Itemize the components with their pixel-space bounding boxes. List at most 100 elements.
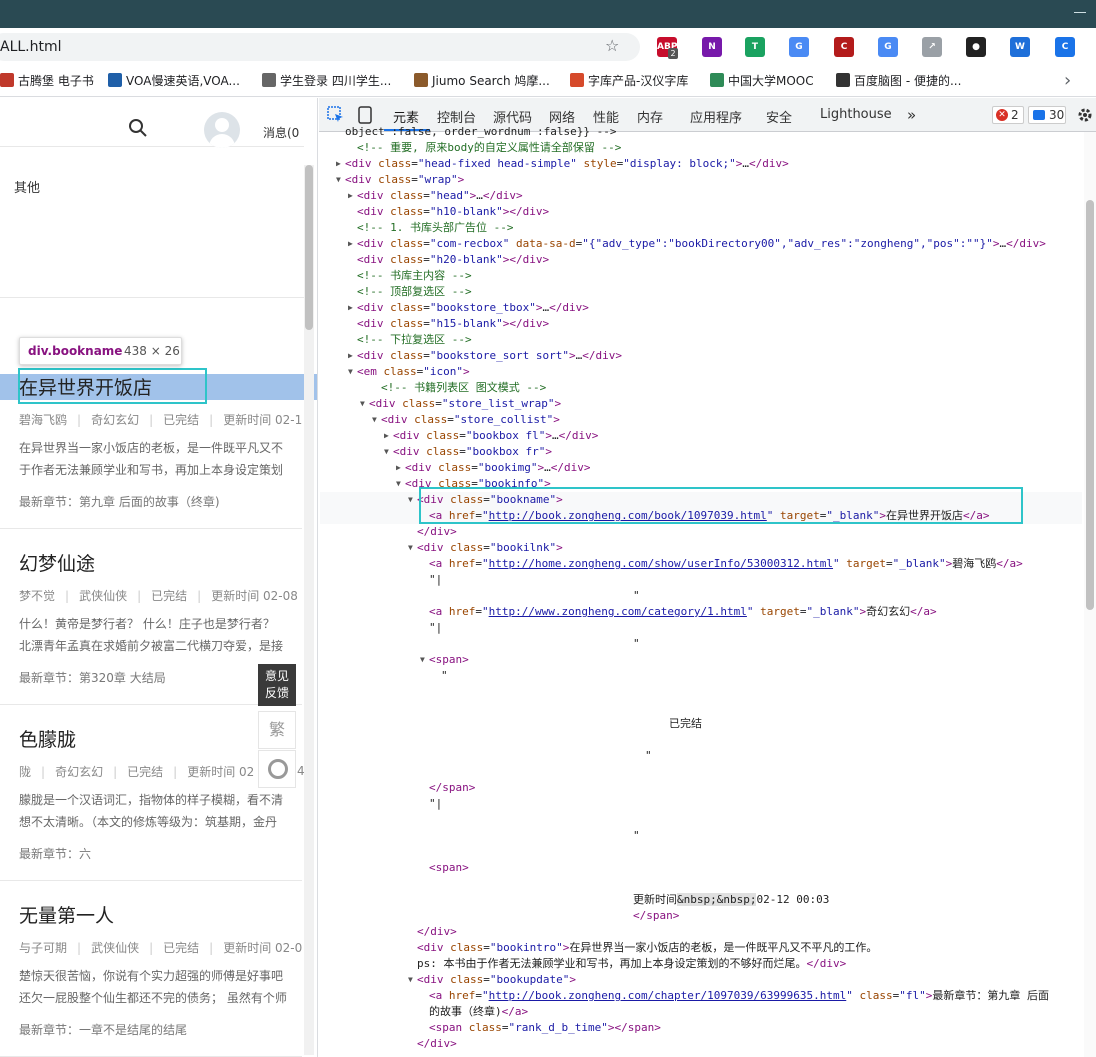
dom-node-line[interactable]: 已完结: [669, 716, 702, 732]
shield-icon[interactable]: T: [745, 37, 765, 57]
c-icon[interactable]: C: [1055, 37, 1075, 57]
dom-node-line[interactable]: <!-- 下拉复选区 -->: [357, 332, 472, 348]
collapse-triangle-icon[interactable]: ▼: [408, 972, 413, 988]
dom-node-line[interactable]: </div>: [417, 1036, 457, 1052]
expand-triangle-icon[interactable]: ▶: [396, 460, 401, 476]
dom-node-line[interactable]: 更新时间&nbsp;&nbsp;02-12 00:03: [633, 892, 829, 908]
dom-node-line[interactable]: ": [633, 828, 640, 844]
collapse-triangle-icon[interactable]: ▼: [408, 492, 413, 508]
dom-node-line[interactable]: <div class="bookstore_tbox">…</div>: [357, 300, 589, 316]
book-latest-chapter[interactable]: 最新章节：第九章 后面的故事（终章): [19, 493, 220, 510]
bookmark-star-icon[interactable]: ☆: [605, 36, 619, 55]
w-icon[interactable]: W: [1010, 37, 1030, 57]
dom-node-line[interactable]: "|: [429, 796, 442, 812]
dom-node-line[interactable]: <div class="h15-blank"></div>: [357, 316, 549, 332]
dom-node-line[interactable]: <!-- 1. 书库头部广告位 -->: [357, 220, 513, 236]
url-text[interactable]: ALL.html: [0, 39, 62, 55]
dom-node-line[interactable]: ": [441, 668, 448, 684]
category-other[interactable]: 其他: [14, 177, 40, 196]
devtools-tab[interactable]: Lighthouse: [820, 107, 892, 122]
collapse-triangle-icon[interactable]: ▼: [408, 540, 413, 556]
dom-node-line[interactable]: <div class="store_list_wrap">: [369, 396, 561, 412]
dom-node-line[interactable]: <!-- 书籍列表区 图文模式 -->: [381, 380, 546, 396]
book-latest-chapter[interactable]: 最新章节：一章不是结尾的结尾: [19, 1021, 187, 1038]
dom-node-line[interactable]: <span class="rank_d_b_time"></span>: [429, 1020, 661, 1036]
bookmark-item[interactable]: 百度脑图 - 便捷的...: [836, 72, 961, 88]
page-scrollbar-thumb[interactable]: [305, 165, 313, 330]
book-author[interactable]: 与子可期: [19, 941, 67, 955]
book-author[interactable]: 梦不觉: [19, 589, 55, 603]
dom-node-line[interactable]: <span>: [429, 652, 469, 668]
expand-triangle-icon[interactable]: ▶: [384, 428, 389, 444]
dom-node-line[interactable]: <div class="bookupdate">: [417, 972, 576, 988]
expand-triangle-icon[interactable]: ▶: [348, 348, 353, 364]
expand-triangle-icon[interactable]: ▶: [348, 188, 353, 204]
dom-node-line[interactable]: <div class="bookbox fl">…</div>: [393, 428, 598, 444]
dom-tree-scrollbar[interactable]: [1084, 132, 1096, 1057]
cnki-icon[interactable]: C: [834, 37, 854, 57]
bookmark-item[interactable]: 中国大学MOOC: [710, 72, 814, 88]
page-scrollbar[interactable]: [304, 165, 314, 1055]
dom-node-line[interactable]: <div class="bookstore_sort sort">…</div>: [357, 348, 622, 364]
dom-node-line[interactable]: <a href="http://www.zongheng.com/categor…: [429, 604, 937, 620]
dom-node-line[interactable]: <a href="http://home.zongheng.com/show/u…: [429, 556, 1023, 572]
devtools-tab[interactable]: 内存: [637, 107, 663, 126]
dom-node-line[interactable]: <!-- 书库主内容 -->: [357, 268, 472, 284]
address-bar[interactable]: ALL.html ☆: [0, 33, 640, 61]
support-button[interactable]: [258, 750, 296, 788]
dom-node-line[interactable]: </div>: [417, 524, 457, 540]
dom-node-line[interactable]: </span>: [429, 780, 475, 796]
book-category[interactable]: 武侠仙侠: [79, 589, 127, 603]
book-title[interactable]: 在异世界开饭店: [19, 373, 152, 400]
device-toolbar-icon[interactable]: [357, 106, 373, 124]
dom-node-line[interactable]: ": [645, 748, 652, 764]
expand-triangle-icon[interactable]: ▶: [348, 236, 353, 252]
dom-node-line[interactable]: <span>: [429, 860, 469, 876]
bookmark-item[interactable]: 古腾堡 电子书: [0, 72, 94, 88]
dom-node-line[interactable]: <a href="http://book.zongheng.com/chapte…: [429, 988, 1049, 1004]
dom-node-line[interactable]: <div class="h10-blank"></div>: [357, 204, 549, 220]
book-category[interactable]: 奇幻玄幻: [55, 765, 103, 779]
collapse-triangle-icon[interactable]: ▼: [384, 444, 389, 460]
book-title[interactable]: 无量第一人: [19, 901, 114, 928]
avatar[interactable]: [204, 112, 240, 148]
dom-node-line[interactable]: ": [633, 636, 640, 652]
devtools-tab[interactable]: 应用程序: [690, 107, 742, 126]
dom-node-line[interactable]: <em class="icon">: [357, 364, 470, 380]
book-title[interactable]: 色朦胧: [19, 725, 76, 752]
translate-icon[interactable]: G: [789, 37, 809, 57]
bookmarks-more-icon[interactable]: ›: [1064, 70, 1071, 91]
error-counter[interactable]: ✕ 2: [992, 106, 1024, 124]
book-author[interactable]: 碧海飞鸥: [19, 413, 67, 427]
feedback-button[interactable]: 意见 反馈: [258, 664, 296, 706]
dom-node-line[interactable]: <!-- 重要, 原来body的自定义属性请全部保留 -->: [357, 140, 621, 156]
dom-node-line[interactable]: <div class="wrap">: [345, 172, 464, 188]
dom-node-line[interactable]: </span>: [633, 908, 679, 924]
book-author[interactable]: 陇: [19, 765, 31, 779]
bookmark-item[interactable]: 字库产品-汉仪字库: [570, 72, 688, 88]
dom-node-line[interactable]: <div class="store_collist">: [381, 412, 560, 428]
dom-node-line[interactable]: ps: 本书由于作者无法兼顾学业和写书，再加上本身设定策划的不够好而烂尾。</d…: [417, 956, 846, 972]
collapse-triangle-icon[interactable]: ▼: [372, 412, 377, 428]
message-counter[interactable]: 30: [1028, 106, 1066, 124]
dom-node-line[interactable]: 的故事（终章)</a>: [429, 1004, 528, 1020]
collapse-triangle-icon[interactable]: ▼: [396, 476, 401, 492]
bookmark-item[interactable]: Jiumo Search 鸠摩...: [414, 72, 550, 88]
collapse-triangle-icon[interactable]: ▼: [360, 396, 365, 412]
github-icon[interactable]: ●: [966, 37, 986, 57]
inspect-element-icon[interactable]: [327, 106, 345, 124]
book-latest-chapter[interactable]: 最新章节：第320章 大结局: [19, 669, 166, 686]
expand-triangle-icon[interactable]: ▶: [336, 156, 341, 172]
more-tabs-icon[interactable]: »: [907, 106, 916, 124]
dom-tree-scrollbar-thumb[interactable]: [1086, 200, 1094, 610]
collapse-triangle-icon[interactable]: ▼: [420, 652, 425, 668]
collapse-triangle-icon[interactable]: ▼: [348, 364, 353, 380]
dom-node-line[interactable]: <div class="bookilnk">: [417, 540, 563, 556]
search-icon[interactable]: [128, 118, 148, 138]
dom-node-line[interactable]: "|: [429, 620, 442, 636]
messages-link[interactable]: 消息(0: [263, 124, 299, 141]
devtools-tab[interactable]: 安全: [766, 107, 792, 126]
traditional-button[interactable]: 繁: [258, 711, 296, 749]
dom-node-line[interactable]: <div class="bookintro">在异世界当一家小饭店的老板，是一件…: [417, 940, 877, 956]
translate2-icon[interactable]: G: [878, 37, 898, 57]
